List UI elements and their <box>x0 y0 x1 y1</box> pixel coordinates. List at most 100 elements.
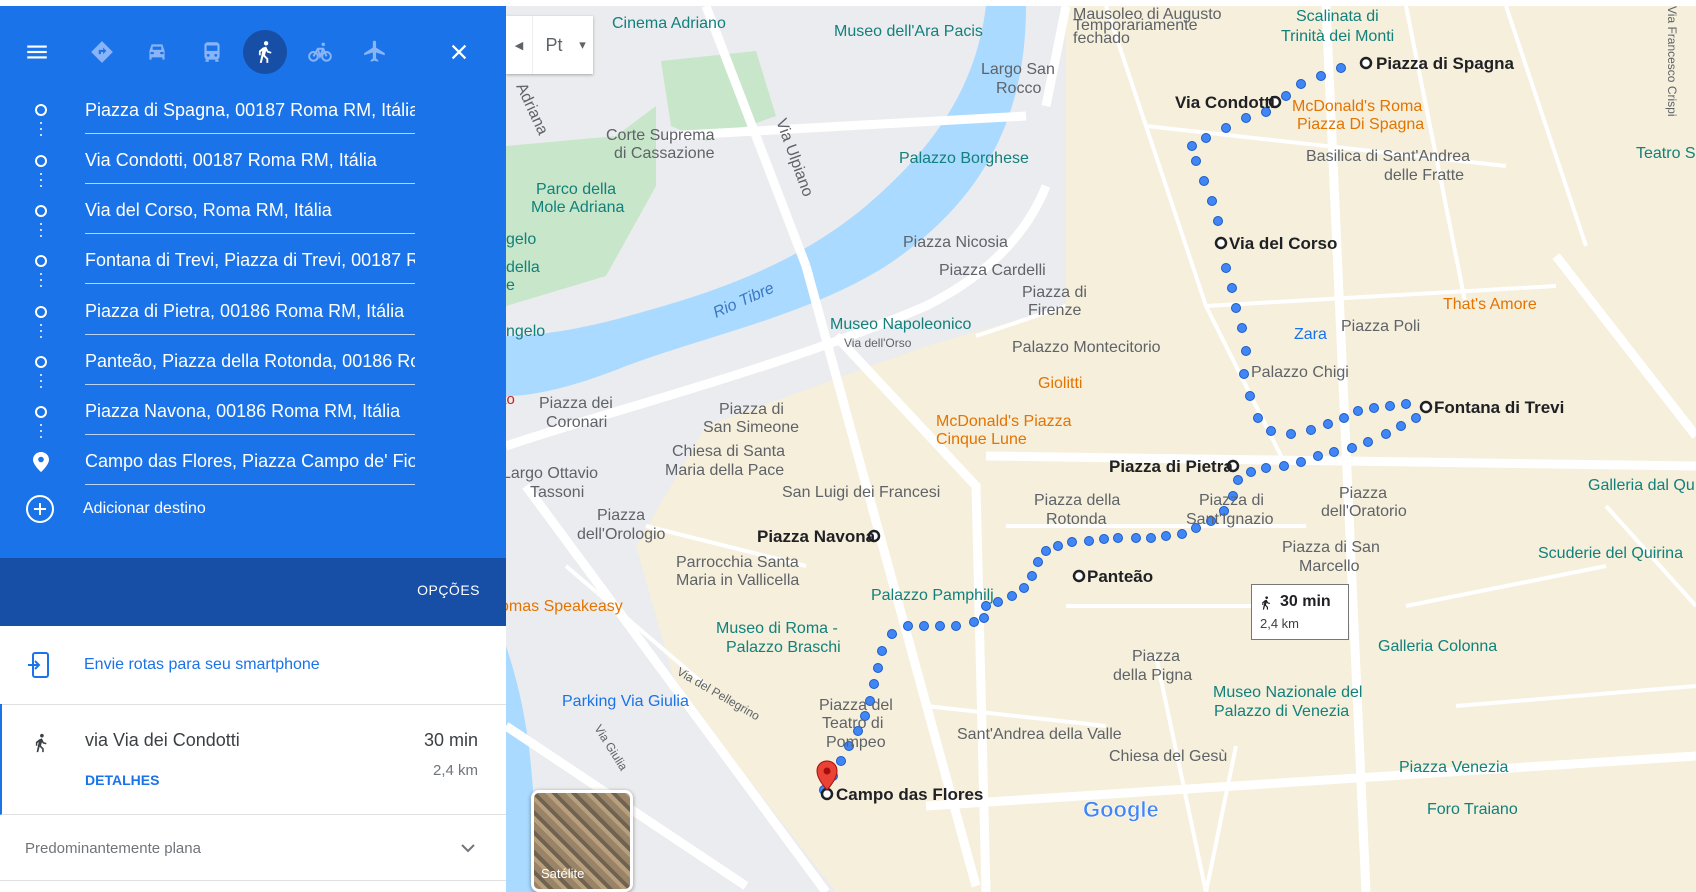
stop-input-7[interactable]: Piazza Navona, 00186 Roma RM, Itália <box>85 389 415 435</box>
route-dot <box>1323 419 1333 429</box>
route-dot <box>1187 141 1197 151</box>
terrain-row[interactable]: Predominantemente plana <box>0 814 506 881</box>
mode-best-button[interactable] <box>80 30 124 74</box>
map-canvas[interactable]: Cinema Adriano Museo dell'Ara Pacis Maus… <box>506 6 1696 892</box>
place-label[interactable]: That's Amore <box>1443 296 1537 313</box>
place-label[interactable]: Museo di Roma - <box>716 620 838 637</box>
place-label[interactable]: Museo Napoleonico <box>830 316 972 333</box>
mode-transit-button[interactable] <box>190 30 234 74</box>
stop-input-3[interactable]: Via del Corso, Roma RM, Itália <box>85 188 415 234</box>
input-underline <box>85 484 415 485</box>
place-label[interactable]: Scalinata di <box>1296 8 1379 25</box>
stop-input-4[interactable]: Fontana di Trevi, Piazza di Trevi, 00187… <box>85 238 415 284</box>
place-label[interactable]: Chiesa del Gesù <box>1109 748 1227 765</box>
place-label: Coronari <box>546 414 607 431</box>
add-destination-button[interactable]: Adicionar destino <box>25 492 206 526</box>
place-label[interactable]: Parrocchia Santa <box>676 554 799 571</box>
route-option-card[interactable]: via Via dei Condotti 30 min 2,4 km DETAL… <box>0 704 506 815</box>
route-dot <box>1401 399 1411 409</box>
options-button[interactable]: OPÇÕES <box>417 582 480 598</box>
place-label[interactable]: Chiesa di Santa <box>672 443 785 460</box>
route-details-link[interactable]: DETALHES <box>85 772 159 788</box>
stop-marker[interactable] <box>1359 56 1373 70</box>
stop-label[interactable]: Campo das Flores <box>836 785 983 804</box>
place-label[interactable]: McDonald's Piazza <box>936 413 1072 430</box>
place-label: Cinque Lune <box>936 431 1027 448</box>
stop-label[interactable]: Fontana di Trevi <box>1434 398 1564 417</box>
place-label[interactable]: Museo Nazionale del <box>1213 684 1362 701</box>
route-via-label: via Via dei Condotti <box>85 730 240 750</box>
place-label[interactable]: Palazzo Pamphilj <box>871 587 994 604</box>
stop-label[interactable]: Piazza di Pietra <box>1109 457 1233 476</box>
place-label[interactable]: Museo dell'Ara Pacis <box>834 23 983 40</box>
place-label[interactable]: Sant'Andrea della Valle <box>957 726 1122 743</box>
place-label[interactable]: omas Speakeasy <box>506 598 623 615</box>
place-label[interactable]: Galleria dal Qu <box>1588 477 1695 494</box>
mode-bike-button[interactable] <box>298 30 342 74</box>
place-label[interactable]: Foro Traiano <box>1427 801 1518 818</box>
stop-marker[interactable] <box>1072 569 1086 583</box>
walk-duration-callout[interactable]: 30 min 2,4 km <box>1251 584 1349 640</box>
add-circle-icon <box>26 495 54 523</box>
stop-marker-circle <box>35 205 47 217</box>
place-label[interactable]: Palazzo Montecitorio <box>1012 339 1161 356</box>
place-label[interactable]: Galleria Colonna <box>1378 638 1497 655</box>
place-label[interactable]: Teatro S <box>1636 145 1696 162</box>
place-label: Tassoni <box>530 484 584 501</box>
stop-marker[interactable] <box>1419 400 1433 414</box>
place-label[interactable]: Parking Via Giulia <box>562 693 689 710</box>
place-label: Piazza <box>1339 485 1387 502</box>
input-underline <box>85 334 415 335</box>
caret-down-icon: ▾ <box>579 37 586 52</box>
place-label[interactable]: McDonald's Roma <box>1292 98 1422 115</box>
place-label[interactable]: Palazzo Borghese <box>899 150 1029 167</box>
stop-text: Campo das Flores, Piazza Campo de' Fiori… <box>85 451 415 471</box>
send-to-phone-row[interactable]: Envie rotas para seu smartphone <box>0 626 506 705</box>
stop-marker[interactable] <box>1214 236 1228 250</box>
label-language-button[interactable]: Pt <box>536 16 572 74</box>
directions-panel: Piazza di Spagna, 00187 Roma RM, Itália … <box>0 6 506 892</box>
route-dot <box>873 663 883 673</box>
route-dot <box>1261 463 1271 473</box>
stop-input-2[interactable]: Via Condotti, 00187 Roma RM, Itália <box>85 138 415 184</box>
stop-text: Piazza Navona, 00186 Roma RM, Itália <box>85 401 401 421</box>
place-label[interactable]: Giolitti <box>1038 375 1082 392</box>
place-label[interactable]: Palazzo Chigi <box>1251 364 1349 381</box>
place-label: Maria in Vallicella <box>676 572 799 589</box>
stop-label[interactable]: Piazza di Spagna <box>1376 54 1514 73</box>
place-label[interactable]: Cinema Adriano <box>612 15 726 32</box>
place-label[interactable]: Basilica di Sant'Andrea <box>1306 148 1470 165</box>
stop-input-8[interactable]: Campo das Flores, Piazza Campo de' Fiori… <box>85 439 415 485</box>
stop-input-6[interactable]: Panteão, Piazza della Rotonda, 00186 Rom… <box>85 339 415 385</box>
place-label[interactable]: Corte Suprema <box>606 127 715 144</box>
input-underline <box>85 434 415 435</box>
route-dot <box>1296 79 1306 89</box>
stop-label[interactable]: Piazza Navona <box>757 527 876 546</box>
input-underline <box>85 233 415 234</box>
place-label[interactable]: Parco della <box>536 181 616 198</box>
label-dropdown-button[interactable]: ▾ <box>572 16 593 74</box>
route-dot <box>1201 133 1211 143</box>
mode-car-button[interactable] <box>135 30 179 74</box>
place-label[interactable]: Piazza Venezia <box>1399 759 1509 776</box>
stop-label[interactable]: Via del Corso <box>1229 234 1337 253</box>
travel-mode-row <box>0 22 506 78</box>
close-directions-button[interactable] <box>437 30 481 74</box>
stop-label[interactable]: Via Condotti <box>1175 93 1275 112</box>
place-label: Piazza Poli <box>1341 318 1420 335</box>
place-label[interactable]: Scuderie del Quirina <box>1538 545 1683 562</box>
place-label[interactable]: Zara <box>1294 326 1327 343</box>
place-label: Piazza <box>597 507 645 524</box>
place-label[interactable]: San Luigi dei Francesi <box>782 484 940 501</box>
mode-flight-button[interactable] <box>353 30 397 74</box>
place-label: Sant'Ignazio <box>1186 511 1274 528</box>
stop-label[interactable]: Panteão <box>1087 567 1153 586</box>
place-label: Largo Ottavio <box>506 465 598 482</box>
collapse-panel-button[interactable]: ◀ <box>506 16 533 74</box>
stop-input-5[interactable]: Piazza di Pietra, 00186 Roma RM, Itália <box>85 289 415 335</box>
place-label: Piazza Cardelli <box>939 262 1046 279</box>
mode-walk-button[interactable] <box>243 30 287 74</box>
satellite-toggle-button[interactable]: Satélite <box>531 790 633 892</box>
stop-input-1[interactable]: Piazza di Spagna, 00187 Roma RM, Itália <box>85 88 415 134</box>
menu-button[interactable] <box>15 30 59 74</box>
